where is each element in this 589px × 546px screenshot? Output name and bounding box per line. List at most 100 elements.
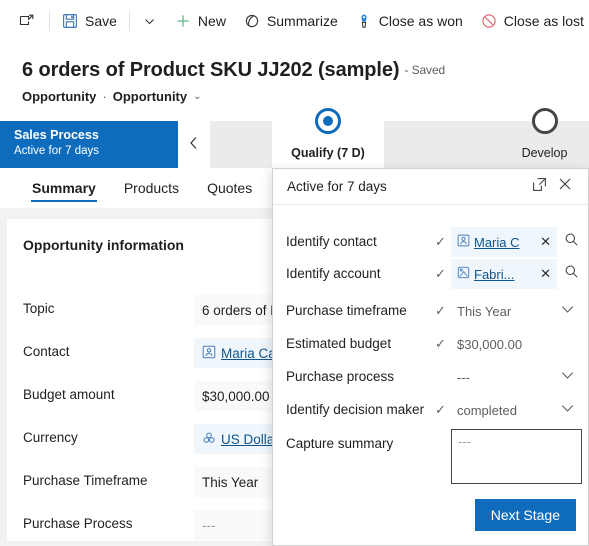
bpf-active-process[interactable]: Sales Process Active for 7 days xyxy=(0,121,178,168)
contact-label: Contact xyxy=(23,344,70,359)
save-button[interactable]: Save xyxy=(53,0,126,43)
budget-amount-label: Budget amount xyxy=(23,387,115,402)
breadcrumb: Opportunity · Opportunity ⌄ xyxy=(22,89,202,104)
purchase-timeframe-value: This Year xyxy=(202,474,259,490)
step-estimated-budget-label: Estimated budget xyxy=(286,336,392,351)
step-capture-summary-value: --- xyxy=(458,434,471,449)
breadcrumb-entity[interactable]: Opportunity xyxy=(22,89,96,104)
contact-icon xyxy=(457,234,470,250)
business-process-flow: Sales Process Active for 7 days Qualify … xyxy=(0,108,589,168)
close-as-lost-button[interactable]: Close as lost xyxy=(472,0,589,43)
step-identify-decision-maker-check-icon: ✓ xyxy=(435,402,446,417)
page-title: 6 orders of Product SKU JJ202 (sample) - … xyxy=(22,59,445,82)
step-identify-contact: Identify contact ✓ Maria C ✕ xyxy=(273,227,588,259)
step-purchase-process-select[interactable]: --- xyxy=(451,362,582,392)
currency-value[interactable]: US Dollar xyxy=(221,432,279,447)
section-title: Opportunity information xyxy=(23,237,184,253)
step-estimated-budget: Estimated budget ✓ $30,000.00 xyxy=(273,329,588,361)
bpf-stage-develop[interactable]: Develop xyxy=(500,108,589,168)
next-stage-button[interactable]: Next Stage xyxy=(474,499,576,531)
tab-summary[interactable]: Summary xyxy=(18,168,110,208)
new-label: New xyxy=(197,13,226,29)
chevron-left-icon xyxy=(189,136,199,153)
breadcrumb-separator: · xyxy=(102,89,107,104)
tab-quotes-label: Quotes xyxy=(207,180,253,196)
step-identify-decision-maker-value: completed xyxy=(457,402,517,418)
save-label: Save xyxy=(85,13,117,29)
step-identify-contact-search-button[interactable] xyxy=(560,231,582,253)
step-capture-summary-textarea[interactable]: --- xyxy=(451,429,582,484)
step-identify-contact-check-icon: ✓ xyxy=(435,234,446,249)
account-icon xyxy=(457,266,470,282)
bpf-process-status: Active for 7 days xyxy=(14,145,100,157)
currency-icon xyxy=(202,431,216,448)
close-as-lost-label: Close as lost xyxy=(503,13,584,29)
step-identify-decision-maker-label: Identify decision maker xyxy=(286,402,425,417)
step-estimated-budget-value: $30,000.00 xyxy=(457,336,523,352)
close-icon xyxy=(558,177,572,196)
stage-qualify-name: Qualify xyxy=(291,146,334,160)
save-menu-button[interactable] xyxy=(133,0,166,43)
open-record-set-icon xyxy=(19,13,35,29)
step-identify-contact-value[interactable]: Maria C xyxy=(474,235,520,250)
step-identify-account-lookup[interactable]: Fabri... ✕ xyxy=(451,259,557,289)
clear-icon[interactable]: ✕ xyxy=(540,234,551,250)
summarize-button[interactable]: Summarize xyxy=(235,0,347,43)
bpf-collapse-button[interactable] xyxy=(178,121,210,168)
breadcrumb-form[interactable]: Opportunity xyxy=(113,89,187,104)
step-estimated-budget-check-icon: ✓ xyxy=(435,336,446,351)
summarize-icon xyxy=(244,13,260,29)
record-title: 6 orders of Product SKU JJ202 (sample) xyxy=(22,59,400,81)
trophy-icon xyxy=(356,13,372,29)
chevron-down-icon xyxy=(561,371,574,383)
step-purchase-timeframe-label: Purchase timeframe xyxy=(286,303,407,318)
stage-flyout-panel: Active for 7 days Identify contact ✓ Mar… xyxy=(272,168,589,546)
saved-state: - Saved xyxy=(404,63,446,77)
step-purchase-timeframe: Purchase timeframe ✓ This Year xyxy=(273,296,588,328)
command-separator-1 xyxy=(49,11,50,31)
topic-label: Topic xyxy=(23,301,55,316)
bpf-stage-qualify[interactable]: Qualify (7 D) xyxy=(272,108,384,168)
bpf-process-name: Sales Process xyxy=(14,128,99,142)
stage-develop-name: Develop xyxy=(521,146,568,160)
step-identify-decision-maker-select[interactable]: completed xyxy=(451,395,582,425)
summarize-label: Summarize xyxy=(266,13,338,29)
step-estimated-budget-input[interactable]: $30,000.00 xyxy=(451,329,582,359)
step-identify-decision-maker: Identify decision maker ✓ completed xyxy=(273,395,588,427)
new-button[interactable]: New xyxy=(166,0,235,43)
step-identify-contact-lookup[interactable]: Maria C ✕ xyxy=(451,227,557,257)
chevron-down-icon[interactable]: ⌄ xyxy=(193,91,201,102)
currency-label: Currency xyxy=(23,430,78,445)
open-record-set-button[interactable] xyxy=(8,0,46,43)
chevron-down-icon xyxy=(561,404,574,416)
prohibited-icon xyxy=(481,13,497,29)
tab-products[interactable]: Products xyxy=(110,168,193,208)
expand-button[interactable] xyxy=(526,174,552,200)
title-bar: 6 orders of Product SKU JJ202 (sample) - … xyxy=(0,43,589,121)
tab-quotes[interactable]: Quotes xyxy=(193,168,266,208)
step-purchase-timeframe-select[interactable]: This Year xyxy=(451,296,582,326)
step-identify-account-label: Identify account xyxy=(286,266,381,281)
clear-icon[interactable]: ✕ xyxy=(540,266,551,282)
search-icon xyxy=(564,264,579,284)
close-flyout-button[interactable] xyxy=(552,174,578,200)
step-purchase-process: Purchase process --- xyxy=(273,362,588,394)
flyout-header: Active for 7 days xyxy=(273,169,588,205)
close-as-won-label: Close as won xyxy=(378,13,463,29)
chevron-down-icon xyxy=(561,305,574,317)
step-identify-account-search-button[interactable] xyxy=(560,263,582,285)
purchase-timeframe-label: Purchase Timeframe xyxy=(23,473,148,488)
save-icon xyxy=(62,13,78,29)
flyout-status: Active for 7 days xyxy=(287,179,387,194)
stage-qualify-duration: (7 D) xyxy=(337,146,365,160)
stage-pending-node-icon xyxy=(531,108,558,134)
close-as-won-button[interactable]: Close as won xyxy=(347,0,472,43)
app-root: Save New Summarize Close as won Close as… xyxy=(0,0,589,546)
budget-amount-value: $30,000.00 xyxy=(202,388,270,404)
step-identify-account-check-icon: ✓ xyxy=(435,266,446,281)
step-identify-account-value[interactable]: Fabri... xyxy=(474,267,514,282)
expand-icon xyxy=(532,177,547,197)
step-purchase-process-value: --- xyxy=(457,369,470,385)
bpf-stage-label: Qualify (7 D) xyxy=(291,146,365,168)
step-identify-contact-label: Identify contact xyxy=(286,234,377,249)
